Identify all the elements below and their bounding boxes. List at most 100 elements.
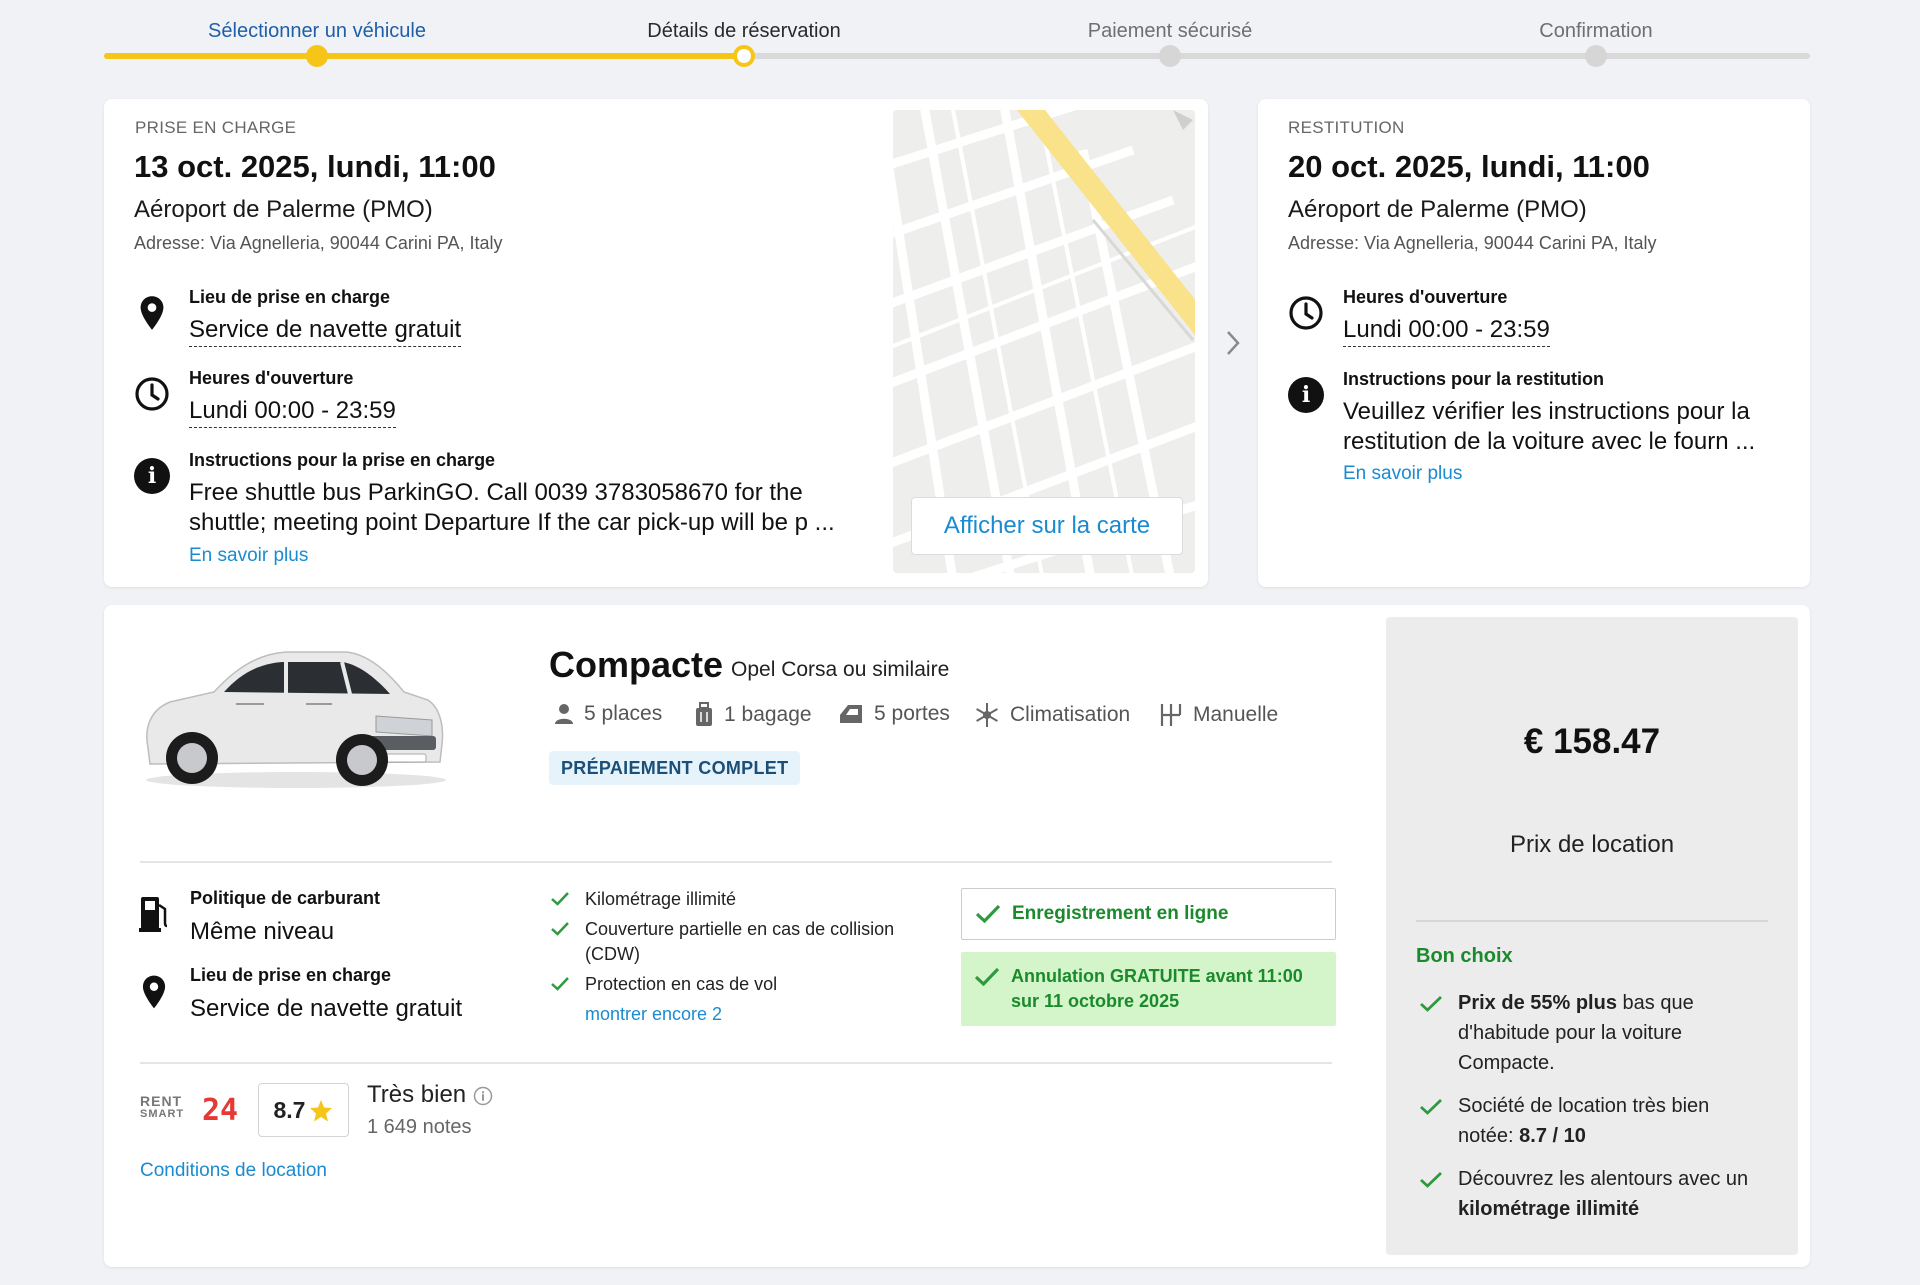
car-place-value: Service de navette gratuit	[190, 995, 463, 1022]
step-select-vehicle[interactable]: Sélectionner un véhicule	[208, 20, 426, 43]
check-icon	[551, 892, 569, 906]
return-date: 20 oct. 2025, lundi, 11:00	[1288, 149, 1650, 184]
feature-ac-label: Climatisation	[1010, 703, 1131, 726]
info-circle-icon[interactable]	[473, 1086, 493, 1106]
step-dot-future	[1159, 45, 1181, 67]
benefit-price-rest2: d'habitude pour la voiture	[1458, 1022, 1682, 1044]
luggage-icon	[696, 702, 712, 726]
benefit-rating-bold: 8.7 / 10	[1519, 1125, 1586, 1147]
benefit-price-bold: Prix de 55% plus	[1458, 992, 1617, 1014]
step-dot-future	[1585, 45, 1607, 67]
check-icon	[551, 922, 569, 936]
benefit-mileage-line1: Découvrez les alentours avec un	[1458, 1168, 1749, 1190]
inclusion-cdw-line2: (CDW)	[585, 944, 640, 964]
check-icon	[975, 968, 999, 986]
step-dot-completed	[306, 45, 328, 67]
star-icon	[310, 1099, 333, 1121]
free-cancellation-line1: Annulation GRATUITE avant 11:00	[1011, 966, 1303, 986]
supplier-logo: RENT SMART 24	[140, 1093, 248, 1128]
rating-badge: 8.7	[258, 1083, 349, 1137]
return-address: Adresse: Via Agnelleria, 90044 Carini PA…	[1288, 233, 1657, 253]
benefit-price-rest3: Compacte.	[1458, 1052, 1555, 1074]
car-image	[146, 651, 446, 788]
divider	[1416, 920, 1768, 922]
stepper-track-remaining	[744, 53, 1810, 59]
free-cancellation-box: Annulation GRATUITE avant 11:00 sur 11 o…	[961, 952, 1336, 1026]
feature-doors-label: 5 portes	[874, 702, 950, 725]
benefit-price-rest1: bas que	[1616, 992, 1694, 1014]
check-icon	[1420, 1172, 1442, 1188]
pickup-place-title: Lieu de prise en charge	[189, 287, 391, 307]
car-door-icon	[840, 705, 862, 723]
supplier-logo-num: 24	[202, 1093, 239, 1128]
gearshift-icon	[1160, 704, 1182, 726]
return-location: Aéroport de Palerme (PMO)	[1288, 196, 1587, 223]
price-label: Prix de location	[1509, 831, 1675, 858]
person-icon	[555, 704, 573, 724]
benefit-mileage-bold: kilométrage illimité	[1458, 1198, 1640, 1220]
return-hours-value-text: Lundi 00:00 - 23:59	[1343, 316, 1550, 347]
feature-transmission: Manuelle	[1159, 702, 1278, 728]
benefit-rating-line1: Société de location très bien	[1458, 1095, 1710, 1117]
return-instructions-line1: Veuillez vérifier les instructions pour …	[1343, 398, 1750, 425]
pickup-heading: PRISE EN CHARGE	[135, 118, 297, 137]
divider	[140, 1062, 1332, 1064]
pickup-hours-title: Heures d'ouverture	[189, 368, 354, 388]
supplier-logo-bottom: SMART	[140, 1108, 185, 1120]
chevron-right-icon[interactable]	[1222, 328, 1244, 358]
pickup-instructions-line2: shuttle; meeting point Departure If the …	[189, 509, 835, 536]
step-dot-current	[733, 45, 755, 67]
benefit-rating: Société de location très bien notée: 8.7…	[1458, 1091, 1788, 1151]
location-pin-icon	[140, 296, 164, 330]
online-checkin-label: Enregistrement en ligne	[1012, 903, 1229, 924]
inclusion-unlimited-mileage: Kilométrage illimité	[585, 889, 737, 909]
info-icon: i	[134, 458, 170, 494]
pickup-place-value[interactable]: Service de navette gratuit	[189, 316, 462, 347]
pickup-location: Aéroport de Palerme (PMO)	[134, 196, 433, 223]
fuel-pump-icon	[139, 897, 168, 932]
clock-icon	[135, 377, 169, 411]
rating-value: 8.7	[273, 1096, 306, 1123]
info-icon: i	[1288, 377, 1324, 413]
return-hours-title: Heures d'ouverture	[1343, 287, 1508, 307]
feature-ac: Climatisation	[974, 702, 1130, 728]
benefit-price: Prix de 55% plus bas que d'habitude pour…	[1458, 988, 1788, 1078]
pickup-more-link[interactable]: En savoir plus	[189, 545, 308, 567]
pickup-hours-value-text: Lundi 00:00 - 23:59	[189, 397, 396, 428]
return-instructions-title: Instructions pour la restitution	[1343, 369, 1605, 389]
return-more-link[interactable]: En savoir plus	[1343, 463, 1462, 485]
return-hours-value[interactable]: Lundi 00:00 - 23:59	[1343, 316, 1550, 347]
pickup-date: 13 oct. 2025, lundi, 11:00	[134, 149, 496, 184]
step-reservation-details: Détails de réservation	[647, 20, 841, 42]
car-model: Opel Corsa ou similaire	[731, 658, 950, 681]
feature-transmission-label: Manuelle	[1193, 703, 1279, 726]
rating-label: Très bien	[367, 1081, 467, 1108]
prepayment-badge: PRÉPAIEMENT COMPLET	[549, 751, 801, 785]
feature-doors: 5 portes	[838, 702, 950, 726]
show-more-inclusions-link[interactable]: montrer encore 2	[585, 1004, 722, 1025]
return-heading: RESTITUTION	[1288, 118, 1405, 137]
car-place-title: Lieu de prise en charge	[190, 965, 392, 985]
show-on-map-button[interactable]: Afficher sur la carte	[911, 497, 1183, 555]
fuel-policy-value: Même niveau	[190, 918, 335, 945]
feature-bags-label: 1 bagage	[724, 703, 812, 726]
free-cancellation-line2: sur 11 octobre 2025	[1011, 991, 1180, 1011]
step-confirmation: Confirmation	[1539, 20, 1653, 42]
return-instructions-line2: restitution de la voiture avec le fourn …	[1343, 428, 1756, 455]
supplier-logo-top: RENT	[140, 1093, 183, 1109]
online-checkin-box: Enregistrement en ligne	[961, 888, 1336, 940]
rental-conditions-link[interactable]: Conditions de location	[140, 1160, 327, 1182]
good-choice-heading: Bon choix	[1416, 945, 1513, 967]
step-secure-payment: Paiement sécurisé	[1087, 20, 1253, 42]
feature-seats: 5 places	[554, 702, 662, 726]
check-icon	[1420, 1099, 1442, 1115]
price-panel	[1386, 617, 1798, 1255]
stepper-track-completed	[104, 53, 744, 59]
pickup-hours-value[interactable]: Lundi 00:00 - 23:59	[189, 397, 396, 428]
price-amount: € 158.47	[1523, 722, 1661, 761]
pickup-place-value-text: Service de navette gratuit	[189, 316, 462, 347]
pickup-instructions-line1: Free shuttle bus ParkinGO. Call 0039 378…	[189, 479, 803, 506]
rating-count: 1 649 notes	[367, 1116, 472, 1138]
fuel-policy-title: Politique de carburant	[190, 888, 381, 908]
benefit-rating-pre: notée:	[1458, 1125, 1520, 1147]
